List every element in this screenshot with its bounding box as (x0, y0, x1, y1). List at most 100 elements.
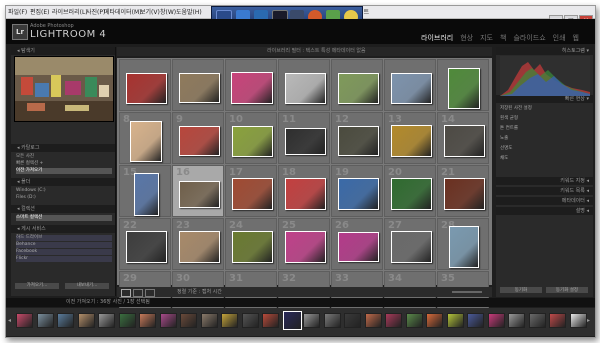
quick-develop-header[interactable]: 빠른 현상 ▾ (496, 95, 593, 103)
filmstrip-thumbnail[interactable] (344, 313, 361, 328)
filmstrip-thumbnail[interactable] (303, 313, 320, 328)
photo-thumbnail[interactable] (338, 73, 379, 104)
module-web[interactable]: 웹 (573, 34, 579, 42)
photo-thumbnail[interactable] (232, 126, 273, 157)
filmstrip-thumbnail[interactable] (98, 313, 115, 328)
histogram-header[interactable]: 히스토그램 ▾ (496, 47, 593, 55)
photo-thumbnail[interactable] (448, 68, 480, 109)
filmstrip-thumbnail[interactable] (282, 311, 302, 330)
grid-cell[interactable]: 15 (119, 165, 171, 217)
grid-cell[interactable]: 16 (172, 165, 224, 217)
filmstrip-thumbnail[interactable] (36, 313, 54, 328)
sync-button[interactable]: 동기화 (500, 287, 542, 293)
collections-header[interactable]: ◂ 컬렉션 (11, 205, 115, 213)
photo-thumbnail[interactable] (338, 232, 379, 262)
comments-header[interactable]: 설명 ◂ (496, 207, 593, 215)
grid-cell[interactable]: 23 (172, 218, 224, 270)
publish-row[interactable]: Behance (16, 242, 112, 248)
grid-cell[interactable] (172, 59, 224, 111)
filmstrip-thumbnail[interactable] (385, 313, 402, 328)
photo-thumbnail[interactable] (338, 178, 379, 210)
keywording-header[interactable]: 키워드 지정 ◂ (496, 177, 593, 185)
library-filter-bar[interactable]: 라이브러리 필터 : 텍스트 특성 메타데이터 없음 (117, 47, 492, 56)
grid-cell[interactable] (225, 59, 277, 111)
photo-thumbnail[interactable] (285, 178, 326, 210)
quick-row[interactable]: 저장된 사전 설정 (500, 105, 589, 111)
filmstrip-thumbnail[interactable] (467, 313, 484, 328)
grid-cell[interactable]: 13 (384, 112, 436, 164)
grid-cell[interactable]: 10 (225, 112, 277, 164)
grid-cell[interactable]: 26 (331, 218, 383, 270)
navigator-header[interactable]: ◂ 탐색기 (11, 47, 115, 55)
grid-cell[interactable]: 22 (119, 218, 171, 270)
menu-library[interactable]: 라이브러리(L) (52, 7, 88, 16)
quick-row[interactable]: 톤 컨트롤 (500, 125, 589, 131)
module-library[interactable]: 라이브러리 (421, 34, 453, 42)
filmstrip-thumbnail[interactable] (200, 313, 218, 328)
folder-row[interactable]: Files (D:) (16, 195, 112, 201)
filmstrip-thumbnail[interactable] (57, 313, 74, 328)
photo-thumbnail[interactable] (231, 72, 273, 104)
quick-row[interactable]: 흰색 균형 (500, 115, 589, 121)
filmstrip-thumbnail[interactable] (323, 313, 341, 328)
filmstrip-right-arrow-icon[interactable]: ▸ (587, 317, 590, 324)
grid-cell[interactable]: 28 (437, 218, 489, 270)
menu-file[interactable]: 파일(F) (8, 7, 27, 16)
filmstrip-thumbnail[interactable] (426, 313, 443, 328)
photo-thumbnail[interactable] (391, 125, 432, 157)
photo-thumbnail[interactable] (338, 126, 379, 156)
catalog-previous-import[interactable]: 이전 가져오기 (16, 168, 112, 174)
menu-help[interactable]: 도움말(H) (176, 7, 202, 16)
grid-cell[interactable]: 9 (172, 112, 224, 164)
grid-cell[interactable]: 24 (225, 218, 277, 270)
menu-window[interactable]: 창(W) (160, 7, 176, 16)
menu-photo[interactable]: 사진(P) (86, 7, 105, 16)
filmstrip-thumbnail[interactable] (241, 313, 259, 328)
grid-cell[interactable]: 11 (278, 112, 330, 164)
photo-thumbnail[interactable] (391, 231, 432, 263)
export-button[interactable]: 내보내기... (65, 283, 109, 289)
publish-row[interactable]: Flickr (16, 256, 112, 262)
filmstrip-thumbnail[interactable] (528, 313, 546, 328)
filmstrip-thumbnail[interactable] (262, 313, 279, 328)
grid-cell[interactable]: 18 (278, 165, 330, 217)
grid-cell[interactable] (278, 59, 330, 111)
photo-thumbnail[interactable] (391, 73, 432, 104)
filmstrip-thumbnail[interactable] (549, 313, 566, 328)
filmstrip-thumbnail[interactable] (364, 313, 382, 328)
filmstrip-thumbnail[interactable] (569, 313, 587, 328)
module-map[interactable]: 지도 (480, 34, 493, 42)
grid-cell[interactable]: 12 (331, 112, 383, 164)
grid-view-icon[interactable] (121, 289, 131, 297)
photo-thumbnail[interactable] (126, 73, 167, 104)
loupe-view-icon[interactable] (133, 289, 143, 297)
keyword-list-header[interactable]: 키워드 목록 ◂ (496, 187, 593, 195)
filmstrip-thumbnail[interactable] (118, 313, 136, 328)
photo-thumbnail[interactable] (391, 178, 432, 210)
photo-thumbnail[interactable] (179, 231, 220, 263)
module-print[interactable]: 인쇄 (553, 34, 566, 42)
grid-cell[interactable] (437, 59, 489, 111)
filmstrip-thumbnail[interactable] (77, 313, 95, 328)
photo-thumbnail[interactable] (130, 121, 162, 162)
photo-thumbnail[interactable] (232, 178, 273, 210)
filmstrip-thumbnail[interactable] (180, 313, 197, 328)
publish-row[interactable]: 하드 드라이브 (16, 235, 112, 241)
folders-header[interactable]: ◂ 폴더 (11, 178, 115, 186)
grid-cell[interactable]: 20 (384, 165, 436, 217)
import-button[interactable]: 가져오기... (15, 283, 59, 289)
catalog-quick-collection[interactable]: 빠른 컬렉션 + (16, 161, 112, 167)
photo-thumbnail[interactable] (449, 226, 479, 268)
photo-thumbnail[interactable] (285, 128, 326, 155)
sort-label[interactable]: 정렬 기준 : 캡처 시간 (177, 288, 222, 296)
collection-row[interactable]: 스마트 컬렉션 (16, 215, 112, 221)
photo-thumbnail[interactable] (444, 178, 485, 210)
menu-view[interactable]: 보기(V) (140, 7, 160, 16)
quick-row[interactable]: 선명도 (500, 145, 589, 151)
menu-edit[interactable]: 편집(E) (30, 7, 50, 16)
metadata-header[interactable]: 메타데이터 ◂ (496, 197, 593, 205)
grid-cell[interactable]: 17 (225, 165, 277, 217)
photo-thumbnail[interactable] (444, 125, 485, 157)
photo-thumbnail[interactable] (232, 231, 273, 263)
grid-cell[interactable]: 25 (278, 218, 330, 270)
